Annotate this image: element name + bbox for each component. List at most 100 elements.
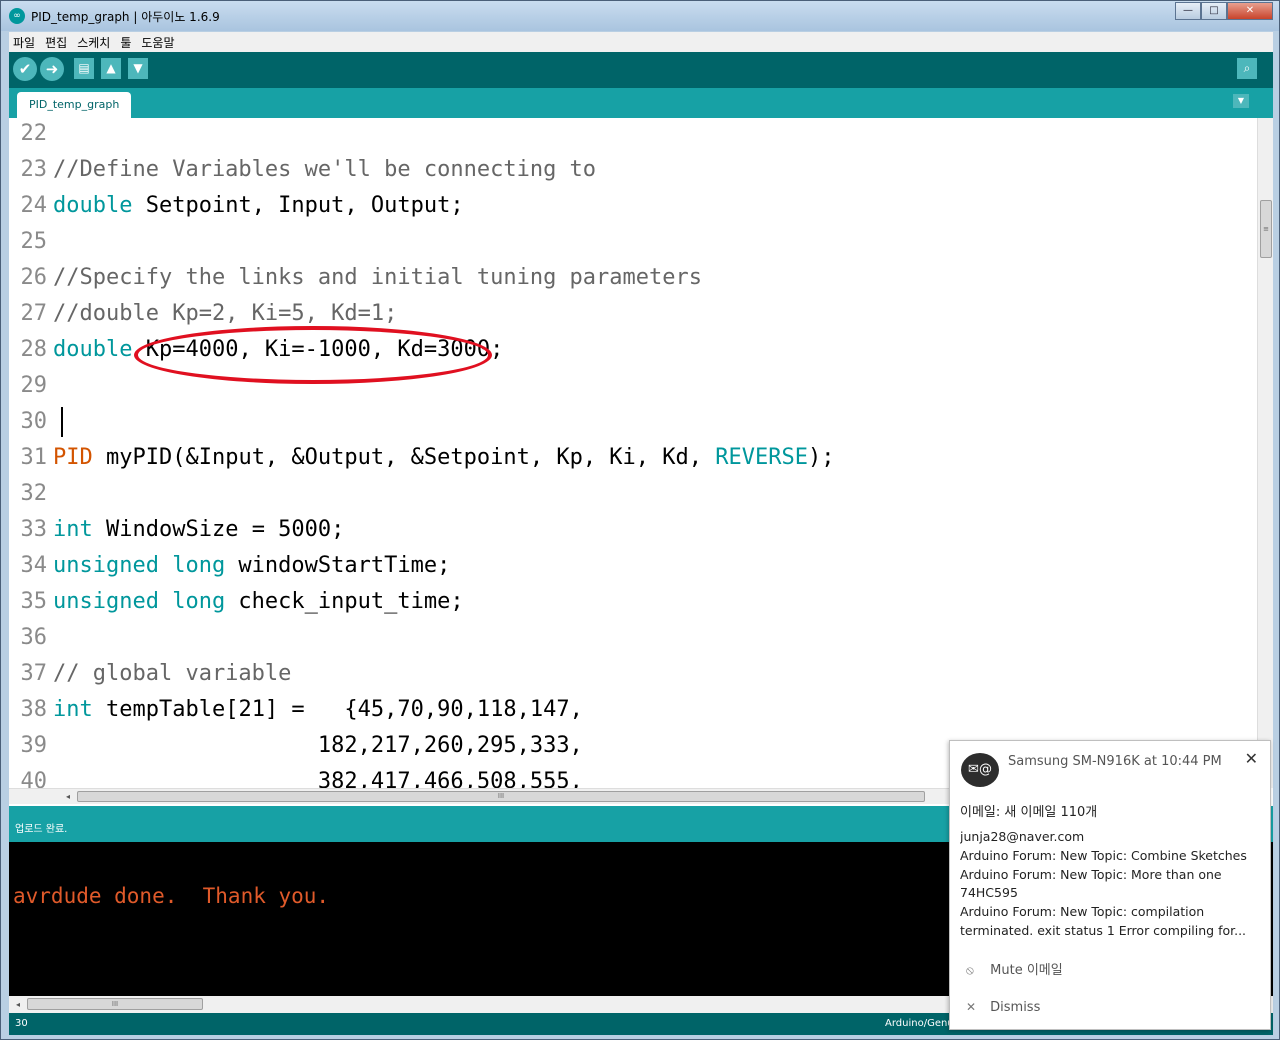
code-editor[interactable]: 22 23//Define Variables we'll be connecti…: [9, 118, 1273, 806]
code-line[interactable]: 32: [9, 476, 1257, 512]
line-code: unsigned long windowStartTime;: [53, 548, 450, 584]
menu-file[interactable]: 파일: [9, 34, 39, 51]
line-code: int WindowSize = 5000;: [53, 512, 344, 548]
new-sketch-button[interactable]: ▤: [74, 58, 94, 79]
tab-menu-dropdown-icon[interactable]: ▼: [1233, 94, 1249, 108]
code-line[interactable]: 25: [9, 224, 1257, 260]
code-line[interactable]: 34 unsigned long windowStartTime;: [9, 548, 1257, 584]
dismiss-button[interactable]: ✕ Dismiss: [966, 1000, 1040, 1015]
notification-close-icon[interactable]: ✕: [1245, 749, 1258, 768]
code-token: tempTable[21] = {45,70,90,118,147,: [92, 697, 583, 722]
window-title: PID_temp_graph | 아두이노 1.6.9: [31, 10, 220, 24]
notification-body-line: 74HC595: [960, 885, 1018, 901]
line-number: 36: [20, 625, 48, 650]
code-line[interactable]: 23//Define Variables we'll be connecting…: [9, 152, 1257, 188]
serial-monitor-button[interactable]: ⌕: [1237, 58, 1257, 79]
code-line[interactable]: 24 double Setpoint, Input, Output;: [9, 188, 1257, 224]
class-token: PID: [53, 445, 93, 470]
notification-body: junja28@naver.com Arduino Forum: New Top…: [960, 828, 1266, 941]
code-line[interactable]: 35 unsigned long check_input_time;: [9, 584, 1257, 620]
board-name: Arduino/Genu: [885, 1018, 954, 1029]
scroll-left-arrow-icon[interactable]: ◂: [61, 789, 75, 805]
editor-horizontal-scroll-thumb[interactable]: III: [77, 791, 925, 802]
menu-sketch[interactable]: 스케치: [73, 34, 114, 51]
tab-pid-temp-graph[interactable]: PID_temp_graph: [17, 92, 132, 118]
code-token: windowStartTime;: [225, 553, 451, 578]
red-highlight-annotation: [134, 326, 492, 384]
line-code: 382,417,466,508,555,: [53, 764, 583, 788]
line-number: 25: [20, 229, 48, 254]
title-bar[interactable]: ∞ PID_temp_graph | 아두이노 1.6.9 — □ ✕: [1, 1, 1279, 31]
upload-button[interactable]: ➜: [40, 57, 64, 81]
line-code: unsigned long check_input_time;: [53, 584, 464, 620]
notification-body-line: Arduino Forum: New Topic: compilation: [960, 904, 1205, 920]
mute-label: Mute 이메일: [990, 963, 1063, 978]
verify-button[interactable]: ✔: [13, 57, 37, 81]
status-message: 업로드 완료.: [15, 824, 68, 835]
line-number: 39: [20, 733, 48, 758]
keyword-token: double: [53, 337, 133, 362]
line-number: 29: [20, 373, 48, 398]
save-sketch-button[interactable]: ▼: [128, 58, 148, 79]
code-line[interactable]: 22: [9, 118, 1257, 152]
code-line[interactable]: 31 PID myPID(&Input, &Output, &Setpoint, …: [9, 440, 1257, 476]
open-sketch-button[interactable]: ▲: [101, 58, 121, 79]
comment-token: //Define Variables we'll be connecting t…: [53, 157, 597, 182]
arduino-logo-icon: ∞: [9, 8, 25, 24]
line-code: PID myPID(&Input, &Output, &Setpoint, Kp…: [53, 440, 835, 476]
code-line[interactable]: 26//Specify the links and initial tuning…: [9, 260, 1257, 296]
code-line[interactable]: 37// global variable: [9, 656, 1257, 692]
code-token: check_input_time;: [225, 589, 464, 614]
notification-body-line: junja28@naver.com: [960, 829, 1085, 844]
notification-source: Samsung SM-N916K at 10:44 PM: [1008, 754, 1222, 769]
menu-tools[interactable]: 툴: [116, 34, 135, 51]
maximize-button[interactable]: □: [1201, 2, 1227, 20]
minimize-button[interactable]: —: [1175, 2, 1201, 20]
line-number: 27: [20, 301, 48, 326]
code-area[interactable]: 22 23//Define Variables we'll be connecti…: [9, 118, 1257, 788]
line-number: 38: [20, 697, 48, 722]
comment-token: // global variable: [53, 661, 292, 686]
code-token: 382,417,466,508,555,: [53, 769, 583, 788]
line-number: 24: [20, 193, 48, 218]
line-number: 33: [20, 517, 48, 542]
menu-edit[interactable]: 편집: [41, 34, 71, 51]
keyword-token: REVERSE: [715, 445, 808, 470]
code-token: Setpoint, Input, Output;: [132, 193, 464, 218]
line-number: 30: [20, 409, 48, 434]
notification-body-line: Arduino Forum: New Topic: More than one: [960, 866, 1222, 882]
close-button[interactable]: ✕: [1227, 2, 1273, 20]
code-line[interactable]: 33 int WindowSize = 5000;: [9, 512, 1257, 548]
line-number: 37: [20, 661, 48, 686]
line-number: 23: [20, 157, 48, 182]
code-line[interactable]: 30: [9, 404, 1257, 440]
console-text: avrdude done. Thank you.: [13, 884, 330, 908]
line-code: // global variable: [53, 656, 291, 692]
code-token: );: [808, 445, 835, 470]
keyword-token: double: [53, 193, 133, 218]
keyword-token: unsigned long: [53, 589, 226, 614]
current-line-number: 30: [15, 1018, 28, 1029]
text-cursor: [61, 407, 63, 437]
tab-bar: PID_temp_graph ▼: [9, 88, 1273, 118]
editor-vertical-scroll-thumb[interactable]: ≡: [1260, 200, 1272, 258]
editor-vertical-scrollbar[interactable]: ≡: [1257, 118, 1273, 788]
code-line[interactable]: 27//double Kp=2, Ki=5, Kd=1;: [9, 296, 1257, 332]
line-number: 28: [20, 337, 48, 362]
line-number: 40: [20, 769, 48, 788]
menu-help[interactable]: 도움말: [137, 34, 178, 51]
menu-bar: 파일 편집 스케치 툴 도움말: [9, 32, 1273, 52]
mute-email-button[interactable]: ⦸ Mute 이메일: [966, 959, 1063, 978]
toast-notification[interactable]: ✉@ Samsung SM-N916K at 10:44 PM ✕ 이메일: 새…: [949, 740, 1271, 1030]
line-number: 22: [20, 121, 48, 146]
line-code: 182,217,260,295,333,: [53, 728, 583, 764]
console-horizontal-scroll-thumb[interactable]: III: [27, 998, 203, 1010]
keyword-token: int: [53, 517, 93, 542]
notification-body-line: Arduino Forum: New Topic: Combine Sketch…: [960, 847, 1247, 863]
line-code: //Specify the links and initial tuning p…: [53, 260, 702, 296]
dismiss-icon: ✕: [966, 1000, 977, 1014]
line-code: double Setpoint, Input, Output;: [53, 188, 464, 224]
console-scroll-left-arrow-icon[interactable]: ◂: [11, 996, 25, 1013]
code-line[interactable]: 38 int tempTable[21] = {45,70,90,118,147,: [9, 692, 1257, 728]
code-line[interactable]: 36: [9, 620, 1257, 656]
